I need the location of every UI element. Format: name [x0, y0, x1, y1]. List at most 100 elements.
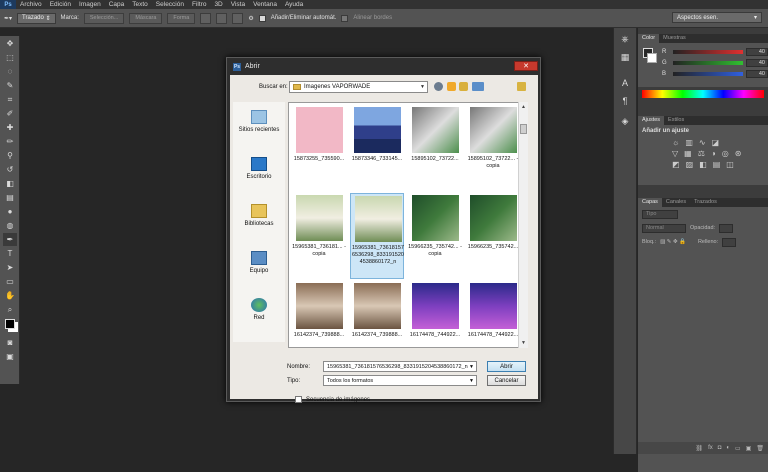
history-icon[interactable]: ⎈: [617, 32, 633, 46]
file-item[interactable]: 16174478_744922...: [408, 281, 462, 347]
invert-icon[interactable]: ◩: [672, 160, 680, 169]
clone-stamp-icon[interactable]: ⚲: [3, 149, 17, 162]
file-item[interactable]: 16142374_739888...: [292, 281, 346, 347]
place-computer[interactable]: Equipo: [233, 243, 285, 281]
look-in-select[interactable]: Imagenes VAPORWADE ▼: [289, 81, 428, 93]
eraser-tool-icon[interactable]: ◧: [3, 177, 17, 190]
file-item[interactable]: 16174478_744922...: [466, 281, 520, 347]
lasso-tool-icon[interactable]: ◌: [3, 65, 17, 78]
file-type-select[interactable]: Todos los formatos ▼: [323, 375, 477, 386]
pen-tool-icon[interactable]: ✒▾: [4, 15, 12, 22]
tab-adjustments[interactable]: Ajustes: [638, 116, 665, 125]
properties-icon[interactable]: ▦: [617, 50, 633, 64]
color-spectrum[interactable]: [642, 90, 764, 98]
tab-swatches[interactable]: Muestras: [659, 34, 690, 43]
menu-imagen[interactable]: Imagen: [75, 0, 105, 9]
file-item[interactable]: 15965381_736181... - copia: [292, 193, 346, 279]
place-recent[interactable]: Sitios recientes: [233, 102, 285, 140]
curves-icon[interactable]: ∿: [699, 138, 706, 147]
fill-field[interactable]: [722, 237, 737, 247]
tool-mode-select[interactable]: Trazado ⇕: [17, 12, 56, 24]
tab-layers[interactable]: Capas: [638, 198, 662, 207]
selection-button[interactable]: Selección...: [83, 12, 125, 24]
hue-icon[interactable]: ▦: [684, 149, 692, 158]
threshold-icon[interactable]: ◧: [699, 160, 707, 169]
rectangle-tool-icon[interactable]: ▭: [3, 275, 17, 288]
image-sequence-option[interactable]: Secuencia de imágenes: [295, 396, 370, 403]
color-swatches-icon[interactable]: [3, 317, 17, 330]
scroll-down-icon[interactable]: ▼: [521, 340, 526, 346]
channel-slider[interactable]: [673, 60, 743, 65]
type-tool-icon[interactable]: T: [3, 247, 17, 260]
tab-channels[interactable]: Canales: [662, 198, 690, 207]
blur-tool-icon[interactable]: ●: [3, 205, 17, 218]
link-icon[interactable]: ⛓: [695, 445, 703, 452]
vibrance-icon[interactable]: ▽: [672, 149, 678, 158]
menu-ayuda[interactable]: Ayuda: [281, 0, 307, 9]
layer-filter-select[interactable]: Tipo: [642, 209, 678, 219]
dodge-tool-icon[interactable]: ◍: [3, 219, 17, 232]
new-folder-icon[interactable]: [459, 82, 468, 91]
hand-tool-icon[interactable]: ✋: [3, 289, 17, 302]
background-color[interactable]: [647, 53, 657, 63]
align-edges-checkbox[interactable]: [341, 14, 349, 22]
open-button[interactable]: Abrir: [487, 361, 526, 372]
tab-color[interactable]: Color: [638, 34, 660, 43]
mask-button[interactable]: Máscara: [129, 12, 163, 24]
marquee-tool-icon[interactable]: ⬚: [3, 51, 17, 64]
library-icon[interactable]: [517, 82, 526, 91]
zoom-tool-icon[interactable]: ⌕: [3, 303, 17, 316]
workspace-select[interactable]: Aspectos esen. ▾: [672, 12, 762, 23]
channel-value-field[interactable]: 40: [746, 47, 768, 56]
exposure-icon[interactable]: ◪: [712, 138, 720, 147]
crop-tool-icon[interactable]: ⌗: [3, 93, 17, 106]
file-name-input[interactable]: 15965381_736181576536298_833191520453886…: [323, 361, 477, 372]
menu-filtro[interactable]: Filtro: [188, 0, 210, 9]
quick-mask-icon[interactable]: ◙: [3, 336, 17, 349]
menu-edicion[interactable]: Edición: [46, 0, 75, 9]
path-alignment-icon[interactable]: [216, 12, 228, 24]
brush-tool-icon[interactable]: ✏: [3, 135, 17, 148]
channel-value-field[interactable]: 40: [746, 58, 768, 67]
tab-styles[interactable]: Estilos: [664, 116, 688, 125]
file-item[interactable]: 15873255_735590...: [292, 105, 346, 191]
group-icon[interactable]: ▭: [735, 445, 741, 452]
scroll-up-icon[interactable]: ▲: [521, 104, 526, 110]
auto-add-delete-checkbox[interactable]: [258, 14, 266, 22]
quick-select-tool-icon[interactable]: ✎: [3, 79, 17, 92]
channel-value-field[interactable]: 40: [746, 69, 768, 78]
eyedropper-tool-icon[interactable]: ✐: [3, 107, 17, 120]
posterize-icon[interactable]: ▨: [686, 160, 694, 169]
healing-brush-icon[interactable]: ✚: [3, 121, 17, 134]
menu-texto[interactable]: Texto: [128, 0, 152, 9]
screen-mode-icon[interactable]: ▣: [3, 350, 17, 363]
blend-mode-select[interactable]: Normal: [642, 223, 686, 233]
path-arrangement-icon[interactable]: [232, 12, 244, 24]
fx-icon[interactable]: fx: [708, 445, 713, 451]
file-item[interactable]: 15966235_735742... - copia: [408, 193, 462, 279]
levels-icon[interactable]: ▥: [685, 138, 693, 147]
new-layer-icon[interactable]: ▣: [746, 445, 752, 452]
gradient-tool-icon[interactable]: ▤: [3, 191, 17, 204]
bw-icon[interactable]: ◑: [711, 149, 716, 158]
place-desktop[interactable]: Escritorio: [233, 149, 285, 187]
menu-seleccion[interactable]: Selección: [152, 0, 188, 9]
channel-slider[interactable]: [673, 71, 743, 76]
mask-icon[interactable]: ◘: [718, 445, 722, 451]
file-item[interactable]: 15895102_73722...: [408, 105, 462, 191]
brightness-icon[interactable]: ☼: [672, 138, 679, 147]
file-list-scrollbar[interactable]: ▲ ▼: [518, 102, 528, 348]
path-select-icon[interactable]: ➤: [3, 261, 17, 274]
mixer-icon[interactable]: ⊛: [735, 149, 742, 158]
adjust-layer-icon[interactable]: ◐: [726, 445, 730, 451]
menu-ventana[interactable]: Ventana: [249, 0, 281, 9]
file-item[interactable]: 15966235_735742...: [466, 193, 520, 279]
menu-vista[interactable]: Vista: [227, 0, 249, 9]
character-icon[interactable]: A: [617, 76, 633, 90]
file-item[interactable]: 15965381_736181576536298_833191520453886…: [350, 193, 404, 279]
gear-icon[interactable]: ⚙: [248, 15, 253, 22]
menu-archivo[interactable]: Archivo: [16, 0, 46, 9]
selective-color-icon[interactable]: ◫: [726, 160, 734, 169]
shape-button[interactable]: Forma: [167, 12, 196, 24]
back-icon[interactable]: [434, 82, 443, 91]
